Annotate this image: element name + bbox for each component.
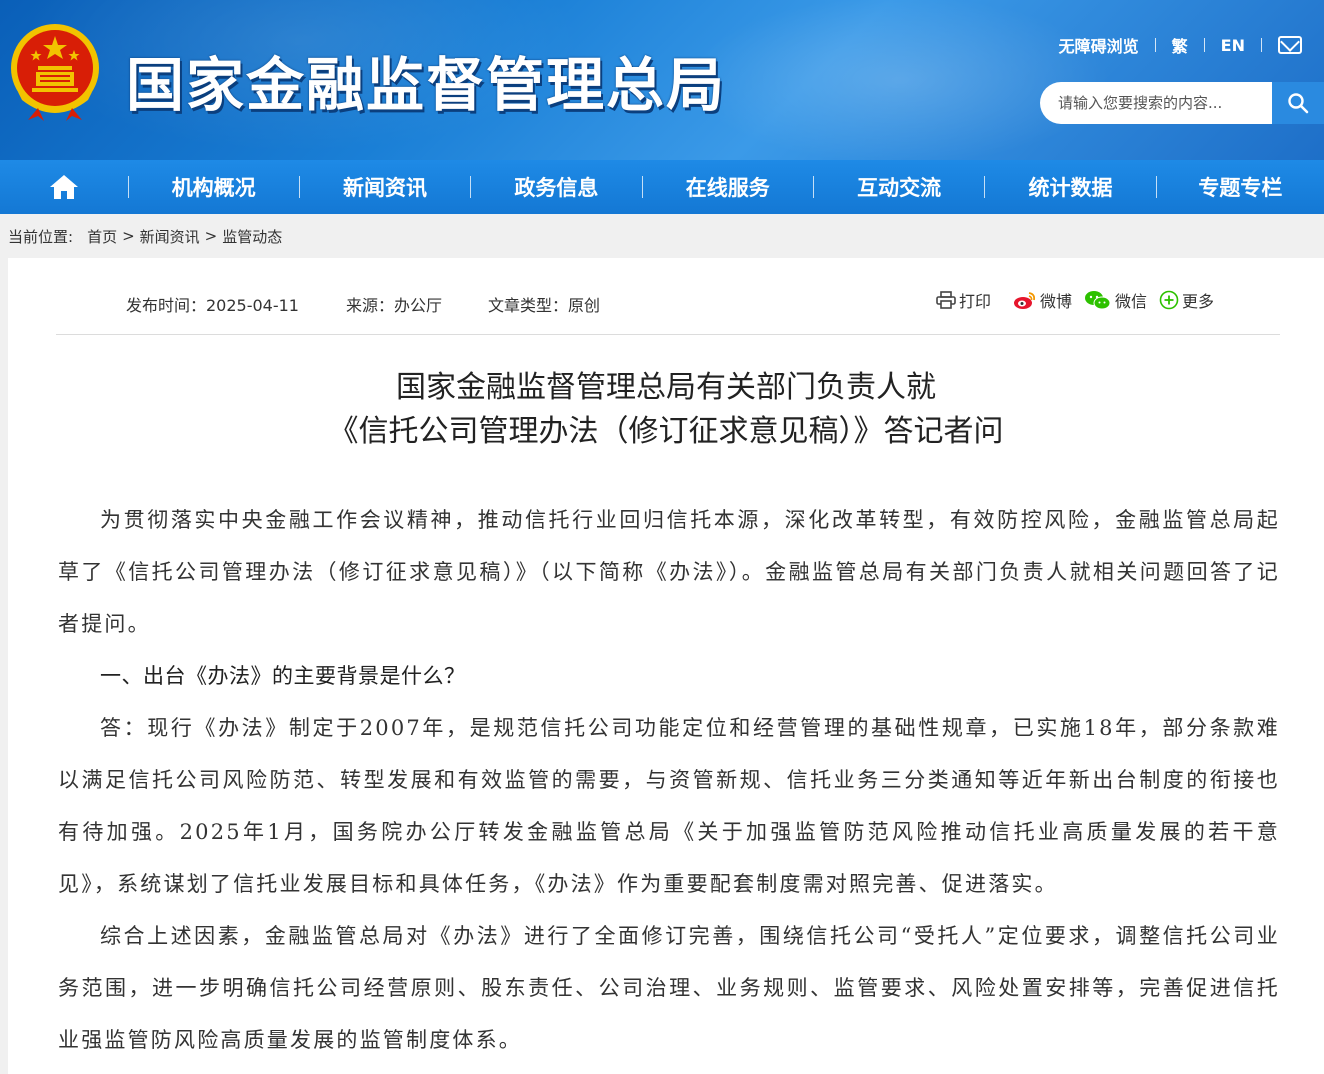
mail-icon[interactable]: [1278, 36, 1302, 54]
nav-item-online-service[interactable]: 在线服务: [643, 160, 813, 214]
nav-item-statistics[interactable]: 统计数据: [985, 160, 1155, 214]
share-toolbar: 打印 微博 微信 更多: [936, 288, 1226, 312]
more-share-button[interactable]: 更多: [1159, 288, 1214, 312]
more-label: 更多: [1182, 292, 1215, 311]
nav-item-interaction[interactable]: 互动交流: [814, 160, 984, 214]
accessibility-link[interactable]: 无障碍浏览: [1059, 33, 1139, 57]
site-header: 国家金融监督管理总局 无障碍浏览 繁 EN: [0, 0, 1324, 160]
top-links: 无障碍浏览 繁 EN: [1059, 34, 1302, 56]
breadcrumb: 当前位置: 首页 > 新闻资讯 > 监管动态: [0, 214, 1324, 258]
article-title-line-2: 《信托公司管理办法（修订征求意见稿）》答记者问: [328, 414, 1004, 449]
breadcrumb-prefix: 当前位置:: [8, 227, 74, 246]
traditional-chinese-link[interactable]: 繁: [1172, 33, 1188, 57]
weibo-label: 微博: [1040, 292, 1073, 311]
divider: [1154, 38, 1156, 52]
article-paragraph: 综合上述因素，金融监管总局对《办法》进行了全面修订完善，围绕信托公司“受托人”定…: [58, 924, 1280, 1052]
divider: [1203, 38, 1205, 52]
breadcrumb-regulatory-news[interactable]: 监管动态: [222, 226, 282, 247]
article-type: 文章类型：原创: [488, 296, 601, 315]
english-link[interactable]: EN: [1221, 36, 1245, 55]
search-button[interactable]: [1272, 82, 1324, 124]
print-button[interactable]: 打印: [936, 288, 991, 312]
weibo-icon: [1014, 292, 1036, 309]
article-meta: 发布时间：2025-04-11 来源：办公厅 文章类型：原创 打印 微博 微信 …: [8, 286, 1324, 318]
breadcrumb-news[interactable]: 新闻资讯: [140, 226, 200, 247]
wechat-label: 微信: [1115, 292, 1148, 311]
search-input[interactable]: [1040, 83, 1272, 123]
breadcrumb-separator: >: [122, 227, 135, 245]
article-section-heading: 一、出台《办法》的主要背景是什么？: [100, 664, 466, 688]
article-title: 国家金融监督管理总局有关部门负责人就 《信托公司管理办法（修订征求意见稿）》答记…: [8, 366, 1324, 454]
article-title-line-1: 国家金融监督管理总局有关部门负责人就: [396, 370, 936, 405]
meta-divider: [56, 334, 1280, 335]
nav-item-government-info[interactable]: 政务信息: [471, 160, 641, 214]
article-paragraph: 为贯彻落实中央金融工作会议精神，推动信托行业回归信托本源，深化改革转型，有效防控…: [58, 508, 1280, 636]
national-emblem-icon: [11, 24, 99, 121]
main-nav: 机构概况 新闻资讯 政务信息 在线服务 互动交流 统计数据 专题专栏: [0, 160, 1324, 214]
nav-item-news[interactable]: 新闻资讯: [300, 160, 470, 214]
search-icon: [1288, 93, 1309, 114]
article-source: 来源：办公厅: [346, 296, 443, 315]
site-title: 国家金融监督管理总局: [126, 51, 727, 119]
publish-time: 发布时间：2025-04-11: [126, 296, 299, 315]
article-body: 为贯彻落实中央金融工作会议精神，推动信托行业回归信托本源，深化改革转型，有效防控…: [58, 494, 1280, 1066]
nav-item-special-topics[interactable]: 专题专栏: [1157, 160, 1324, 214]
divider: [1261, 38, 1262, 52]
printer-icon: [936, 291, 956, 309]
nav-item-institution[interactable]: 机构概况: [129, 160, 299, 214]
search-box: [1040, 82, 1324, 124]
weibo-share-button[interactable]: 微博: [1013, 288, 1072, 312]
article-container: 发布时间：2025-04-11 来源：办公厅 文章类型：原创 打印 微博 微信 …: [8, 258, 1324, 1074]
wechat-share-button[interactable]: 微信: [1084, 288, 1147, 312]
breadcrumb-separator: >: [204, 227, 218, 245]
article-paragraph: 答：现行《办法》制定于2007年，是规范信托公司功能定位和经营管理的基础性规章，…: [58, 716, 1280, 896]
wechat-icon: [1085, 291, 1111, 310]
breadcrumb-home[interactable]: 首页: [87, 226, 117, 247]
nav-home[interactable]: [0, 160, 128, 214]
plus-circle-icon: [1159, 290, 1179, 310]
home-icon: [49, 175, 78, 199]
print-label: 打印: [959, 292, 992, 311]
